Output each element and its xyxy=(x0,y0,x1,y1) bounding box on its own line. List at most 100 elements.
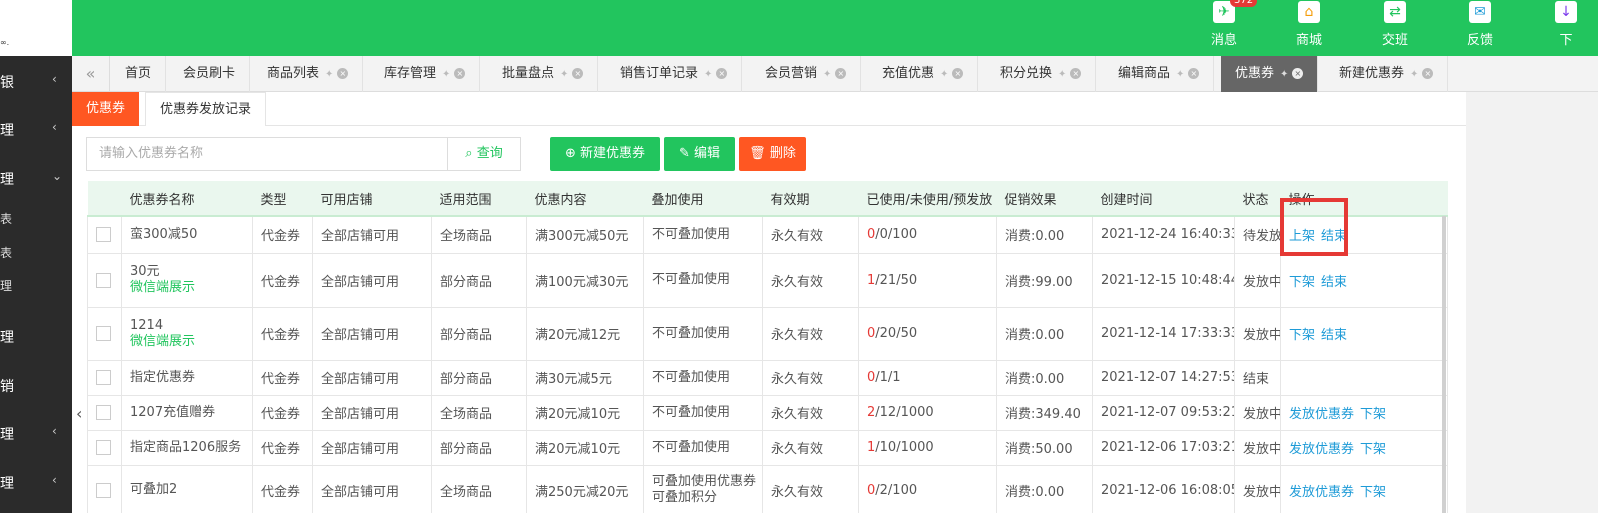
new-coupon-button[interactable]: ⊕ 新建优惠券 xyxy=(550,137,660,171)
cell-actions: 下架 结束 xyxy=(1280,252,1448,308)
table-row[interactable]: 指定商品1206服务 代金券 全部店铺可用 部分商品 满20元减10元 不可叠加使用 永久有… xyxy=(87,429,1448,466)
logo[interactable]: ∞. xyxy=(0,0,72,56)
table-row[interactable]: 1207充值赠券 代金券 全部店铺可用 全场商品 满20元减10元 不可叠加使用 永久有效 2… xyxy=(87,394,1448,431)
cell-stack: 不可叠加使用 xyxy=(643,429,763,466)
top-feedback-button[interactable]: ✉ 反馈 xyxy=(1450,0,1510,56)
row-checkbox[interactable] xyxy=(96,272,111,288)
row-action-link[interactable]: 下架 xyxy=(1289,328,1315,343)
edit-button[interactable]: ✎ 编辑 xyxy=(664,137,735,171)
row-action-link[interactable]: 下架 xyxy=(1360,442,1386,457)
top-shift-button[interactable]: ⇄ 交班 xyxy=(1365,0,1425,56)
pin-icon[interactable]: ✦ xyxy=(1280,69,1288,80)
tab-8[interactable]: 积分兑换 ✦ × xyxy=(986,56,1097,92)
sidebar-item-3[interactable]: 表 xyxy=(0,210,12,227)
cell-type: 代金券 xyxy=(252,394,313,431)
tab-5[interactable]: 销售订单记录 ✦ × xyxy=(606,56,743,92)
row-checkbox[interactable] xyxy=(96,440,111,455)
top-store-button[interactable]: ⌂ 商城 xyxy=(1279,0,1339,56)
store-icon: ⌂ xyxy=(1298,1,1320,23)
row-action-link[interactable]: 结束 xyxy=(1321,275,1347,290)
row-action-link[interactable]: 发放优惠券 xyxy=(1289,485,1354,500)
row-checkbox[interactable] xyxy=(96,227,111,243)
row-action-link[interactable]: 下架 xyxy=(1289,275,1315,290)
row-action-link[interactable]: 下架 xyxy=(1360,485,1386,500)
row-action-link[interactable]: 发放优惠券 xyxy=(1289,442,1354,457)
coupon-name: 蛮300减50 xyxy=(130,226,198,242)
tab-7[interactable]: 充值优惠 ✦ × xyxy=(868,56,979,92)
column-header-1: 优惠券名称 xyxy=(121,181,253,217)
usage-rest: /2/100 xyxy=(875,482,918,498)
cell-store: 全部店铺可用 xyxy=(312,215,432,254)
table-row[interactable]: 可叠加2 代金券 全部店铺可用 全场商品 满250元减20元 可叠加使用优惠券 可叠加积分… xyxy=(87,464,1448,513)
tab-2[interactable]: 商品列表 ✦ × xyxy=(253,56,364,92)
table-scrollbar[interactable] xyxy=(1442,216,1446,513)
cell-name: 蛮300减50 xyxy=(121,215,253,254)
logo-text: ∞. xyxy=(0,38,10,47)
tab-scroll-left-icon[interactable]: « xyxy=(72,56,110,92)
table-row[interactable]: 1214 微信端展示 代金券 全部店铺可用 部分商品 满20元减12元 不可叠加使用 永久有效… xyxy=(87,306,1448,361)
row-action-link[interactable]: 结束 xyxy=(1321,229,1347,244)
tab-label: 会员刷卡 xyxy=(183,66,236,81)
table-row[interactable]: 指定优惠券 代金券 全部店铺可用 部分商品 满30元减5元 不可叠加使用 永久有效 0/1/1… xyxy=(87,359,1448,396)
cell-created: 2021-12-14 17:33:33 xyxy=(1092,306,1235,361)
pin-icon[interactable]: ✦ xyxy=(560,69,568,80)
row-checkbox[interactable] xyxy=(96,405,111,420)
row-action-link[interactable]: 下架 xyxy=(1360,407,1386,422)
row-checkbox[interactable] xyxy=(96,370,111,385)
tab-11[interactable]: 新建优惠券 ✦ × xyxy=(1325,56,1449,92)
query-button[interactable]: ⌕ 查询 xyxy=(447,137,521,171)
subtab-coupon-records[interactable]: 优惠券发放记录 xyxy=(145,92,267,126)
tab-10[interactable]: 优惠券 ✦ × xyxy=(1221,56,1319,92)
row-checkbox[interactable] xyxy=(96,482,111,498)
cell-name: 1207充值赠券 xyxy=(121,394,253,431)
pin-icon[interactable]: ✦ xyxy=(325,69,333,80)
row-action-link[interactable]: 结束 xyxy=(1321,328,1347,343)
pin-icon[interactable]: ✦ xyxy=(1176,69,1184,80)
row-checkbox[interactable] xyxy=(96,326,111,341)
tab-label: 充值优惠 xyxy=(882,66,935,81)
close-icon[interactable]: × xyxy=(1188,68,1200,79)
pin-icon[interactable]: ✦ xyxy=(940,69,948,80)
cell-actions: 发放优惠券 下架 xyxy=(1280,429,1448,466)
table-row[interactable]: 30元 微信端展示 代金券 全部店铺可用 部分商品 满100元减30元 不可叠加使用 永久有效… xyxy=(87,252,1448,308)
close-icon[interactable]: × xyxy=(835,68,847,79)
row-action-link[interactable]: 发放优惠券 xyxy=(1289,407,1354,422)
coupon-name: 指定商品1206服务 xyxy=(130,439,242,455)
delete-button[interactable]: 🗑 删除 xyxy=(739,137,806,171)
chevron-icon: ‹ xyxy=(52,473,57,487)
tab-3[interactable]: 库存管理 ✦ × xyxy=(370,56,481,92)
cell-content: 满20元减10元 xyxy=(526,429,644,466)
sidebar-item-4[interactable]: 表 xyxy=(0,244,12,261)
close-icon[interactable]: × xyxy=(1292,68,1304,79)
search-icon: ⌕ xyxy=(465,146,473,161)
close-icon[interactable]: × xyxy=(1422,68,1434,79)
table-row[interactable]: 蛮300减50 代金券 全部店铺可用 全场商品 满300元减50元 不可叠加使用 永久有效 0… xyxy=(87,215,1448,254)
close-icon[interactable]: × xyxy=(1070,68,1082,79)
close-icon[interactable]: × xyxy=(337,68,349,79)
column-header-3: 可用店铺 xyxy=(312,181,432,217)
pin-icon[interactable]: ✦ xyxy=(823,69,831,80)
pin-icon[interactable]: ✦ xyxy=(1410,69,1418,80)
tab-1[interactable]: 会员刷卡 xyxy=(169,56,251,92)
tab-0[interactable]: 首页 xyxy=(111,56,167,92)
pin-icon[interactable]: ✦ xyxy=(442,69,450,80)
collapse-sidebar-icon[interactable]: ‹ xyxy=(76,404,82,423)
top-download-button[interactable]: ↓ 下 xyxy=(1536,0,1596,56)
close-icon[interactable]: × xyxy=(952,68,964,79)
close-icon[interactable]: × xyxy=(454,68,466,79)
pin-icon[interactable]: ✦ xyxy=(704,69,712,80)
tab-6[interactable]: 会员营销 ✦ × xyxy=(751,56,862,92)
top-message-button[interactable]: ✈ 消息 372 xyxy=(1194,0,1258,56)
row-action-link[interactable]: 上架 xyxy=(1289,229,1315,244)
cell-actions: 发放优惠券 下架 xyxy=(1280,464,1448,513)
close-icon[interactable]: × xyxy=(572,68,584,79)
sidebar-item-5[interactable]: 理 xyxy=(0,277,12,294)
usage-rest: /12/1000 xyxy=(875,405,934,420)
coupon-search-input[interactable]: 请输入优惠券名称 xyxy=(86,137,448,171)
close-icon[interactable]: × xyxy=(716,68,728,79)
subtab-coupon[interactable]: 优惠券 xyxy=(72,92,140,126)
pin-icon[interactable]: ✦ xyxy=(1058,69,1066,80)
tab-9[interactable]: 编辑商品 ✦ × xyxy=(1104,56,1215,92)
cell-created: 2021-12-15 10:48:44 xyxy=(1092,252,1235,308)
tab-4[interactable]: 批量盘点 ✦ × xyxy=(488,56,599,92)
